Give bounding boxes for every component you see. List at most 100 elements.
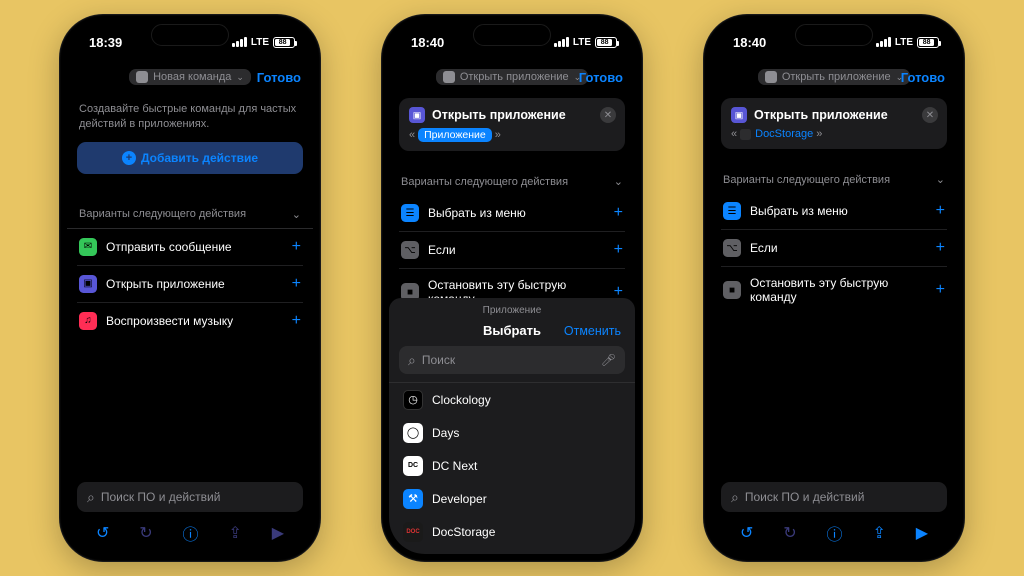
run-button[interactable]: ▶ xyxy=(272,523,284,543)
done-button[interactable]: Готово xyxy=(901,70,945,85)
plus-icon[interactable]: + xyxy=(936,202,945,220)
music-icon: ♫ xyxy=(79,312,97,330)
chevron-down-icon xyxy=(292,208,301,221)
share-button[interactable]: ⇪ xyxy=(228,523,241,543)
info-button[interactable]: ⓘ xyxy=(827,521,843,545)
stop-icon: ■ xyxy=(723,281,741,299)
phone-frame-2: 18:40 LTE 88 Открыть приложение Готово ▣… xyxy=(381,14,643,562)
battery-icon: 88 xyxy=(273,37,295,48)
open-app-action-card[interactable]: ▣ Открыть приложение ✕ « Приложение » xyxy=(399,98,625,151)
suggestion-list: ✉︎ Отправить сообщение + ▣ Открыть прило… xyxy=(77,229,303,339)
app-parameter[interactable]: « Приложение » xyxy=(409,128,615,142)
plus-icon[interactable]: + xyxy=(614,204,623,222)
app-row[interactable]: ◯Days xyxy=(389,416,635,449)
app-picker-sheet: Приложение Выбрать Отменить Поиск 🎤︎ ◷Cl… xyxy=(389,298,635,554)
plus-icon[interactable]: + xyxy=(936,239,945,257)
phone-frame-3: 18:40 LTE 88 Открыть приложение Готово ▣… xyxy=(703,14,965,562)
suggestions-header[interactable]: Варианты следующего действия xyxy=(401,175,623,188)
mic-icon[interactable]: 🎤︎ xyxy=(601,353,616,367)
app-icon: ▣ xyxy=(409,107,425,123)
suggestions-header[interactable]: Варианты следующего действия xyxy=(79,208,301,221)
chevron-down-icon xyxy=(614,175,623,188)
choose-button[interactable]: Выбрать xyxy=(483,323,541,338)
intro-text: Создавайте быстрые команды для частых де… xyxy=(79,102,301,132)
menu-icon: ☰ xyxy=(401,204,419,222)
suggestion-row[interactable]: ☰ Выбрать из меню + xyxy=(721,193,947,229)
suggestion-row[interactable]: ⌥ Если + xyxy=(399,231,625,268)
phone-frame-1: 18:39 LTE 88 Новая команда Готово Создав… xyxy=(59,14,321,562)
app-icon: ▣ xyxy=(731,107,747,123)
nav-header: Открыть приложение Готово xyxy=(389,62,635,92)
shortcut-title-menu[interactable]: Открыть приложение xyxy=(436,69,588,85)
close-icon[interactable]: ✕ xyxy=(600,107,616,123)
plus-icon[interactable]: + xyxy=(292,312,301,330)
message-icon: ✉︎ xyxy=(79,238,97,256)
done-button[interactable]: Готово xyxy=(579,70,623,85)
suggestions-header[interactable]: Варианты следующего действия xyxy=(723,173,945,186)
suggestion-list: ☰ Выбрать из меню + ⌥ Если + ■ Остановит… xyxy=(721,193,947,313)
undo-button[interactable]: ↺ xyxy=(96,523,109,543)
plus-icon[interactable]: + xyxy=(292,275,301,293)
shortcut-title-menu[interactable]: Новая команда xyxy=(129,69,251,85)
selected-app-icon xyxy=(740,129,751,140)
suggestion-row[interactable]: ▣ Открыть приложение + xyxy=(77,265,303,302)
suggestion-row[interactable]: ♫ Воспроизвести музыку + xyxy=(77,302,303,339)
shortcut-title-menu[interactable]: Открыть приложение xyxy=(758,69,910,85)
dynamic-island xyxy=(473,24,551,46)
shortcut-icon xyxy=(765,71,777,83)
plus-icon[interactable]: + xyxy=(936,281,945,299)
branch-icon: ⌥ xyxy=(401,241,419,259)
suggestion-row[interactable]: ■ Остановить эту быструю команду + xyxy=(721,266,947,313)
open-app-action-card[interactable]: ▣ Открыть приложение ✕ « DocStorage » xyxy=(721,98,947,149)
nav-header: Открыть приложение Готово xyxy=(711,62,957,92)
battery-icon: 88 xyxy=(917,37,939,48)
dynamic-island xyxy=(795,24,873,46)
search-input[interactable]: Поиск ПО и действий xyxy=(721,482,947,512)
chevron-down-icon xyxy=(236,72,244,83)
close-icon[interactable]: ✕ xyxy=(922,107,938,123)
toolbar: ↺ ↻ ⓘ ⇪ ▶ xyxy=(67,518,313,554)
sheet-search-input[interactable]: Поиск 🎤︎ xyxy=(399,346,625,374)
signal-icon xyxy=(232,37,247,47)
sheet-title: Приложение xyxy=(389,298,635,319)
share-button[interactable]: ⇪ xyxy=(872,523,885,543)
suggestion-list: ☰ Выбрать из меню + ⌥ Если + ■ Остановит… xyxy=(399,195,625,315)
app-row[interactable]: ◷Clockology xyxy=(389,383,635,416)
parameter-pill[interactable]: Приложение xyxy=(418,128,492,142)
nav-header: Новая команда Готово xyxy=(67,62,313,92)
app-item-icon: ◷ xyxy=(403,390,423,410)
suggestion-row[interactable]: ⌥ Если + xyxy=(721,229,947,266)
plus-icon[interactable]: + xyxy=(614,241,623,259)
suggestion-row[interactable]: ✉︎ Отправить сообщение + xyxy=(77,229,303,265)
redo-button[interactable]: ↻ xyxy=(783,523,796,543)
app-row[interactable]: DOCDocStorage xyxy=(389,515,635,548)
clock: 18:39 xyxy=(89,35,122,50)
signal-icon xyxy=(554,37,569,47)
shortcut-icon xyxy=(136,71,148,83)
cancel-button[interactable]: Отменить xyxy=(564,324,621,338)
shortcut-icon xyxy=(443,71,455,83)
branch-icon: ⌥ xyxy=(723,239,741,257)
menu-icon: ☰ xyxy=(723,202,741,220)
undo-button[interactable]: ↺ xyxy=(740,523,753,543)
search-input[interactable]: Поиск ПО и действий xyxy=(77,482,303,512)
done-button[interactable]: Готово xyxy=(257,70,301,85)
info-button[interactable]: ⓘ xyxy=(183,521,199,545)
network-label: LTE xyxy=(895,37,913,48)
plus-icon[interactable]: + xyxy=(292,238,301,256)
app-row[interactable]: DCDC Next xyxy=(389,449,635,482)
app-item-icon: DOC xyxy=(403,522,423,542)
selected-app-link[interactable]: DocStorage xyxy=(740,128,813,140)
redo-button[interactable]: ↻ xyxy=(139,523,152,543)
app-row[interactable]: ⚒︎Developer xyxy=(389,482,635,515)
run-button[interactable]: ▶ xyxy=(916,523,928,543)
toolbar: ↺ ↻ ⓘ ⇪ ▶ xyxy=(711,518,957,554)
app-row[interactable]: ⧉DoubleTake xyxy=(389,548,635,554)
signal-icon xyxy=(876,37,891,47)
app-item-icon: DC xyxy=(403,456,423,476)
app-parameter[interactable]: « DocStorage » xyxy=(731,128,937,140)
add-action-button[interactable]: + Добавить действие xyxy=(77,142,303,174)
suggestion-row[interactable]: ☰ Выбрать из меню + xyxy=(399,195,625,231)
network-label: LTE xyxy=(573,37,591,48)
clock: 18:40 xyxy=(411,35,444,50)
